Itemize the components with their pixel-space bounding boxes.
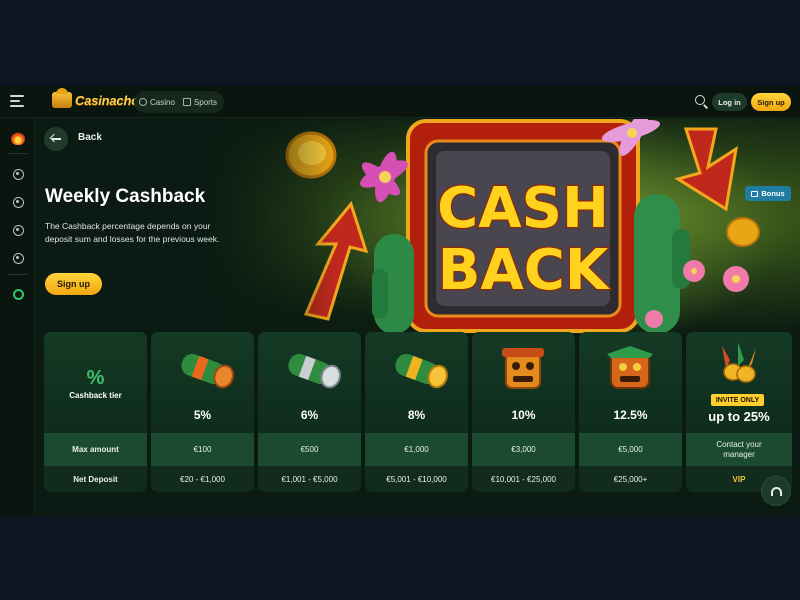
- nav-casino-label: Casino: [150, 97, 175, 107]
- tier-top: 10%: [472, 332, 575, 433]
- net-deposit-label: Net Deposit: [73, 474, 118, 484]
- tier-max-amount: Contact your manager: [686, 433, 792, 466]
- dice-icon[interactable]: [10, 222, 26, 238]
- tier-percent: 8%: [407, 408, 426, 422]
- tier-header-cell: % Cashback tier: [44, 332, 147, 433]
- tier-top: 8%: [365, 332, 468, 433]
- sports-ball-icon[interactable]: [10, 194, 26, 210]
- page-title: Weekly Cashback: [45, 186, 206, 207]
- bonus-badge-label: Bonus: [761, 189, 785, 198]
- tier-max-amount: €3,000: [472, 433, 575, 466]
- sports-grid-icon: [182, 98, 191, 106]
- signup-button-header[interactable]: Sign up: [751, 93, 791, 111]
- max-amount-label: Max amount: [44, 433, 147, 466]
- tier-card-5: 12.5% €5,000 €25,000+: [579, 332, 682, 492]
- back-label[interactable]: Back: [78, 132, 102, 143]
- money-roll-orange-icon: [181, 353, 234, 389]
- site-logo[interactable]: Casinacho: [52, 88, 139, 108]
- tier-net-deposit: €10,001 - €25,000: [491, 474, 556, 484]
- tier-max-amount: €500: [258, 433, 361, 466]
- tier-top: 12.5%: [579, 332, 682, 433]
- money-roll-silver-icon: [288, 353, 341, 389]
- tier-max-amount: €5,000: [579, 433, 682, 466]
- tier-percent: 5%: [193, 408, 212, 422]
- tiki-mask-orange-icon: [502, 348, 544, 389]
- top-bar: Casinacho Casino Sports Log in Sign up: [0, 86, 800, 118]
- arrow-left-icon: [51, 138, 61, 140]
- casino-chip-icon[interactable]: [10, 166, 26, 182]
- money-roll-gold-icon: [395, 353, 448, 389]
- ticket-icon: [751, 190, 759, 197]
- nav-sports[interactable]: Sports: [182, 97, 218, 107]
- login-button[interactable]: Log in: [712, 93, 747, 111]
- tier-net-deposit: €20 - €1,000: [180, 474, 225, 484]
- svg-text:CASH: CASH: [437, 176, 609, 241]
- tier-card-3: 8% €1,000 €5,001 - €10,000: [365, 332, 468, 492]
- svg-text:BACK: BACK: [438, 238, 611, 303]
- tier-percent: 6%: [300, 408, 319, 422]
- main-nav: Casino Sports: [134, 91, 224, 113]
- fire-promo-icon[interactable]: [10, 129, 26, 145]
- signup-button-hero[interactable]: Sign up: [45, 273, 102, 295]
- menu-icon[interactable]: [10, 95, 24, 109]
- sidebar-divider: [8, 274, 28, 275]
- tier-top: 5%: [151, 332, 254, 433]
- tier-card-4: 10% €3,000 €10,001 - €25,000: [472, 332, 575, 492]
- nav-sports-label: Sports: [193, 97, 218, 107]
- promo-hero: CASH BACK Back Weekly Cashback The Cashb…: [36, 119, 800, 334]
- nav-casino[interactable]: Casino: [139, 98, 175, 107]
- search-icon[interactable]: [695, 95, 709, 109]
- tier-card-vip: INVITE ONLY up to 25% Contact your manag…: [686, 332, 792, 492]
- tier-top: INVITE ONLY up to 25%: [686, 332, 792, 433]
- tiki-mask-green-icon: [607, 346, 653, 389]
- sidebar: [0, 119, 35, 516]
- tier-net-deposit: €1,001 - €5,000: [281, 474, 338, 484]
- support-chat-button[interactable]: [761, 476, 791, 506]
- coins-feathers-icon: [722, 342, 756, 383]
- tier-net-deposit: €5,001 - €10,000: [386, 474, 447, 484]
- live-support-icon[interactable]: [10, 286, 26, 302]
- tier-top: 6%: [258, 332, 361, 433]
- tier-percent: 12.5%: [613, 408, 648, 422]
- back-button[interactable]: [44, 127, 68, 151]
- logo-text: Casinacho: [75, 92, 139, 108]
- tier-percent: 10%: [511, 408, 536, 422]
- tier-card-1: 5% €100 €20 - €1,000: [151, 332, 254, 492]
- tier-percent: up to 25%: [708, 409, 770, 424]
- percent-icon: %: [86, 367, 105, 389]
- headset-icon: [770, 486, 782, 496]
- tier-card-2: 6% €500 €1,001 - €5,000: [258, 332, 361, 492]
- casino-chip-icon: [139, 98, 147, 106]
- sidebar-divider: [8, 153, 28, 154]
- joystick-icon[interactable]: [10, 250, 26, 266]
- tier-net-deposit: €25,000+: [613, 474, 648, 484]
- tier-max-amount: €100: [151, 433, 254, 466]
- tier-header-label: Cashback tier: [69, 391, 122, 400]
- bonus-badge: Bonus: [745, 186, 791, 201]
- tier-max-amount: €1,000: [365, 433, 468, 466]
- tier-label-column: % Cashback tier Max amount Net Deposit: [44, 332, 147, 492]
- promo-description: The Cashback percentage depends on your …: [45, 221, 220, 244]
- invite-only-badge: INVITE ONLY: [711, 394, 764, 406]
- sombrero-logo-icon: [52, 88, 72, 108]
- cashback-tier-table: % Cashback tier Max amount Net Deposit 5…: [44, 332, 792, 492]
